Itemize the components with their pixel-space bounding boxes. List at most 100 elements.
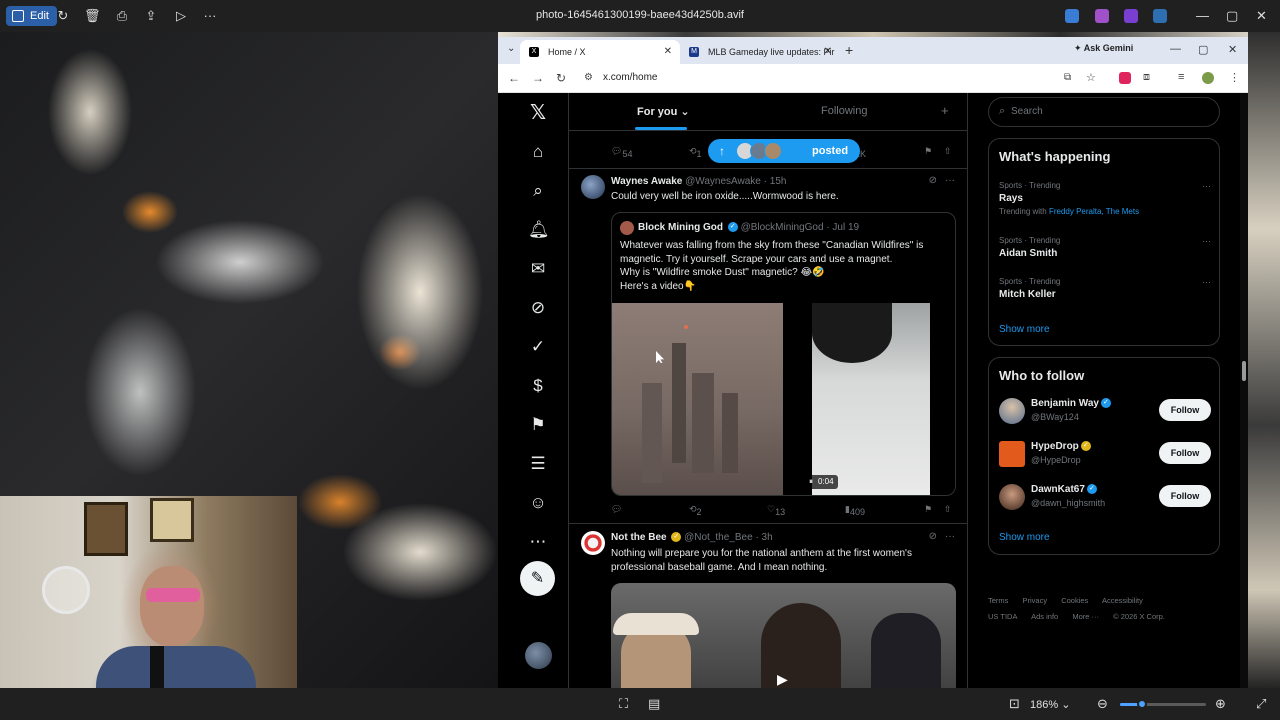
more-icon[interactable]: ⋯ <box>528 532 548 552</box>
reply-button[interactable]: 💬︎ 54 <box>611 146 632 159</box>
bookmark-star-icon[interactable]: ☆ <box>1086 71 1096 84</box>
footer-link[interactable]: US TIDA <box>988 612 1017 621</box>
video-player[interactable]: ▶ <box>611 583 956 688</box>
trend-item[interactable]: Sports · Trending Aidan Smith ··· <box>999 236 1211 259</box>
bell-icon[interactable]: 🔔︎ <box>528 220 550 240</box>
footer-link[interactable]: Accessibility <box>1102 596 1143 605</box>
minimize-button[interactable]: — <box>1196 8 1209 24</box>
zoom-level[interactable]: 186% ⌄ <box>1030 697 1082 713</box>
maximize-button[interactable]: ▢ <box>1226 8 1238 24</box>
like-button[interactable]: ♡ 13 <box>767 504 785 517</box>
zoom-in-icon[interactable]: ⊕ <box>1215 697 1226 711</box>
quoted-tweet[interactable]: Block Mining God ✓ @BlockMiningGod · Jul… <box>611 212 956 496</box>
crop-icon[interactable]: ⛶ <box>619 697 628 711</box>
follow-suggestion[interactable]: DawnKat67 ✓ @dawn_highsmith Follow <box>999 482 1211 512</box>
tweet-author[interactable]: Not the Bee ✓ @Not_the_Bee · 3h <box>611 532 773 543</box>
tab-for-you[interactable]: For you ⌄ <box>637 105 690 118</box>
new-posts-pill[interactable]: ↑ posted <box>708 139 861 163</box>
taskbar-app-icon[interactable] <box>1095 9 1109 23</box>
more-icon[interactable]: ··· <box>945 175 955 186</box>
reply-button[interactable]: 💬︎ <box>611 504 622 515</box>
grok-icon[interactable]: ⊘ <box>929 175 937 186</box>
share-button[interactable]: ⇧ <box>944 504 952 515</box>
tweet-author[interactable]: Waynes Awake @WaynesAwake · 15h <box>611 176 786 187</box>
repost-button[interactable]: ⟲ 2 <box>689 504 702 517</box>
maximize-button[interactable]: ▢ <box>1198 43 1208 56</box>
tweet[interactable]: Not the Bee ✓ @Not_the_Bee · 3h ⊘ ··· No… <box>569 525 967 688</box>
avatar[interactable] <box>581 531 605 555</box>
site-info-icon[interactable]: ⚙ <box>584 72 593 83</box>
more-icon[interactable]: ··· <box>1202 236 1211 246</box>
url-field[interactable]: x.com/home <box>603 72 657 83</box>
close-button[interactable]: ✕ <box>1256 8 1267 24</box>
close-button[interactable]: ✕ <box>1228 43 1237 56</box>
close-tab-icon[interactable]: ✕ <box>664 40 672 64</box>
video-player[interactable]: ⏸ 0:04 <box>612 303 955 495</box>
close-tab-icon[interactable]: ✕ <box>824 40 832 64</box>
tab-search-icon[interactable]: ⌄ <box>507 43 515 54</box>
bookmark-icon[interactable]: ⚑ <box>528 415 548 435</box>
taskbar-app-icon[interactable] <box>1065 9 1079 23</box>
bookmark-button[interactable]: ⚑ <box>924 504 932 515</box>
taskbar-app-icon[interactable] <box>1124 9 1138 23</box>
share-button[interactable]: ⇧ <box>944 146 952 157</box>
zoom-slider-knob[interactable] <box>1136 699 1147 709</box>
install-icon[interactable]: ⧉ <box>1064 72 1071 83</box>
minimize-button[interactable]: — <box>1170 43 1181 55</box>
filmstrip-icon[interactable]: ▤ <box>648 697 660 711</box>
profile-avatar[interactable] <box>1202 72 1214 84</box>
profile-icon[interactable]: ☺ <box>528 493 548 513</box>
more-icon[interactable]: ··· <box>1202 277 1211 287</box>
show-more-link[interactable]: Show more <box>999 532 1050 543</box>
zoom-slider[interactable] <box>1120 699 1206 709</box>
fit-icon[interactable]: ⊡ <box>1009 697 1020 711</box>
footer-link[interactable]: Cookies <box>1061 596 1088 605</box>
follow-suggestion[interactable]: HypeDrop ✓ @HypeDrop Follow <box>999 439 1211 469</box>
x-logo-icon[interactable]: 𝕏 <box>528 103 548 123</box>
add-tab-icon[interactable]: + <box>941 103 949 118</box>
footer-link[interactable]: More ··· <box>1072 612 1099 621</box>
footer-link[interactable]: Privacy <box>1023 596 1048 605</box>
footer-link[interactable]: Ads info <box>1031 612 1058 621</box>
scrollbar-thumb[interactable] <box>1242 361 1246 381</box>
tab-home-x[interactable]: X Home / X ✕ <box>520 40 680 64</box>
taskbar-app-icon[interactable] <box>1153 9 1167 23</box>
menu-icon[interactable]: ⋮ <box>1229 71 1240 84</box>
follow-button[interactable]: Follow <box>1159 485 1211 507</box>
footer-link[interactable]: Terms <box>988 596 1008 605</box>
tab-mlb[interactable]: M MLB Gameday live updates: Pir ✕ <box>680 40 840 64</box>
bookmark-button[interactable]: ⚑ <box>924 146 932 157</box>
account-avatar[interactable] <box>525 642 552 669</box>
video-timestamp[interactable]: ⏸ 0:04 <box>806 475 838 489</box>
trend-item[interactable]: Sports · Trending Mitch Keller ··· <box>999 277 1211 300</box>
lists-icon[interactable]: ☰ <box>528 454 548 474</box>
new-tab-button[interactable]: + <box>845 42 853 58</box>
back-icon[interactable]: ← <box>508 71 520 85</box>
zoom-out-icon[interactable]: ⊖ <box>1097 697 1108 711</box>
tab-following[interactable]: Following <box>821 105 867 117</box>
follow-button[interactable]: Follow <box>1159 442 1211 464</box>
forward-icon[interactable]: → <box>532 71 544 85</box>
show-more-link[interactable]: Show more <box>999 324 1050 335</box>
extensions-icon[interactable]: ⧈ <box>1143 71 1150 84</box>
extension-icon[interactable] <box>1119 72 1131 84</box>
compose-button[interactable]: ✎ <box>520 561 555 596</box>
money-icon[interactable]: $ <box>528 376 548 396</box>
more-icon[interactable]: ··· <box>1202 181 1211 191</box>
scrollbar[interactable] <box>1240 93 1248 688</box>
trend-item[interactable]: Sports · Trending Rays Trending with Fre… <box>999 181 1211 216</box>
grok-icon[interactable]: ⊘ <box>528 298 548 318</box>
more-icon[interactable]: ··· <box>945 531 955 542</box>
home-icon[interactable]: ⌂ <box>528 142 548 162</box>
fullscreen-icon[interactable]: ⤢ <box>1256 697 1266 711</box>
play-icon[interactable]: ▶ <box>777 671 788 688</box>
views-button[interactable]: ▮ 409 <box>845 504 865 517</box>
search-input[interactable]: ⌕ Search <box>988 97 1220 127</box>
search-icon[interactable]: ⌕ <box>528 181 548 201</box>
follow-suggestion[interactable]: Benjamin Way ✓ @BWay124 Follow <box>999 396 1211 426</box>
reload-icon[interactable]: ↻ <box>556 71 566 85</box>
messages-icon[interactable]: ✉ <box>528 259 548 279</box>
repost-button[interactable]: ⟲ 1 <box>689 146 702 159</box>
follow-button[interactable]: Follow <box>1159 399 1211 421</box>
avatar[interactable] <box>581 175 605 199</box>
